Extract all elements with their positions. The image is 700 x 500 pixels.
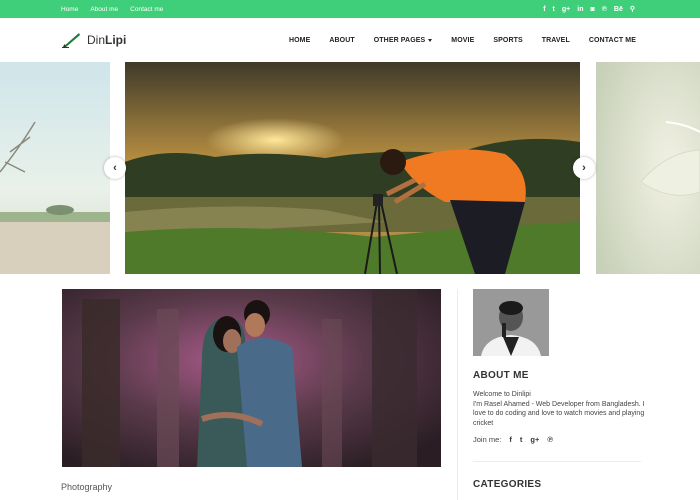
pinterest-icon[interactable]: ℗ <box>602 6 607 13</box>
instagram-icon[interactable]: ◙ <box>591 6 595 13</box>
brand-part-2: Lipi <box>105 32 127 47</box>
search-icon[interactable]: ⚲ <box>630 6 635 13</box>
caret-down-icon <box>428 38 433 42</box>
sidebar-separator <box>473 461 641 462</box>
about-me-title: ABOUT ME <box>473 370 529 381</box>
slider-prev-button[interactable]: ‹ <box>104 157 126 179</box>
slide-next-image <box>596 62 700 274</box>
slider-next-button[interactable]: › <box>573 157 595 179</box>
slide-current[interactable] <box>125 62 580 274</box>
twitter-icon[interactable]: t <box>520 435 523 444</box>
site-header: DinLipi HOME ABOUT OTHER PAGES MOVIE SPO… <box>0 18 700 62</box>
nav-travel[interactable]: TRAVEL <box>542 37 570 44</box>
slide-next[interactable] <box>596 62 700 274</box>
join-me-label: Join me: <box>473 435 502 444</box>
about-me-text: Welcome to Dinlipi I'm Rasel Ahamed - We… <box>473 390 651 428</box>
nav-home[interactable]: HOME <box>289 37 310 44</box>
top-link-about[interactable]: About me <box>90 6 118 13</box>
pinterest-icon[interactable]: ℗ <box>547 435 553 444</box>
slide-previous-image <box>0 62 110 274</box>
slide-current-image <box>125 62 580 274</box>
about-bio: I'm Rasel Ahamed - Web Developer from Ba… <box>473 400 645 427</box>
behance-icon[interactable]: Bē <box>614 6 623 13</box>
pen-logo-icon <box>62 33 80 48</box>
facebook-icon[interactable]: f <box>543 6 545 13</box>
google-plus-icon[interactable]: g+ <box>562 6 570 13</box>
sidebar-divider <box>457 289 458 500</box>
join-me-row: Join me: f t g+ ℗ <box>473 435 553 444</box>
top-bar: Home About me Contact me f t g+ in ◙ ℗ B… <box>0 0 700 18</box>
nav-about[interactable]: ABOUT <box>329 37 354 44</box>
featured-slider: ‹ › <box>0 62 700 274</box>
top-social-icons: f t g+ in ◙ ℗ Bē ⚲ <box>543 0 635 18</box>
facebook-icon[interactable]: f <box>509 435 512 444</box>
site-title: DinLipi <box>87 33 126 47</box>
nav-movie[interactable]: MOVIE <box>451 37 474 44</box>
site-logo[interactable]: DinLipi <box>62 31 126 48</box>
top-link-contact[interactable]: Contact me <box>130 6 163 13</box>
top-links: Home About me Contact me <box>61 0 163 18</box>
google-plus-icon[interactable]: g+ <box>530 435 539 444</box>
nav-other-pages-label: OTHER PAGES <box>373 36 426 44</box>
top-link-home[interactable]: Home <box>61 6 78 13</box>
post-thumbnail[interactable] <box>62 289 441 467</box>
nav-other-pages[interactable]: OTHER PAGES <box>374 37 433 44</box>
about-welcome: Welcome to Dinlipi <box>473 391 531 398</box>
author-photo <box>473 289 549 356</box>
author-avatar <box>473 289 549 356</box>
post-category[interactable]: Photography <box>61 482 112 492</box>
categories-title: CATEGORIES <box>473 479 542 490</box>
slide-previous[interactable] <box>0 62 110 274</box>
nav-sports[interactable]: SPORTS <box>493 37 522 44</box>
brand-part-1: Din <box>87 32 106 47</box>
post-image <box>62 289 441 467</box>
nav-contact[interactable]: CONTACT ME <box>589 37 636 44</box>
linkedin-icon[interactable]: in <box>577 6 583 13</box>
main-nav: HOME ABOUT OTHER PAGES MOVIE SPORTS TRAV… <box>289 18 636 62</box>
twitter-icon[interactable]: t <box>553 6 555 13</box>
